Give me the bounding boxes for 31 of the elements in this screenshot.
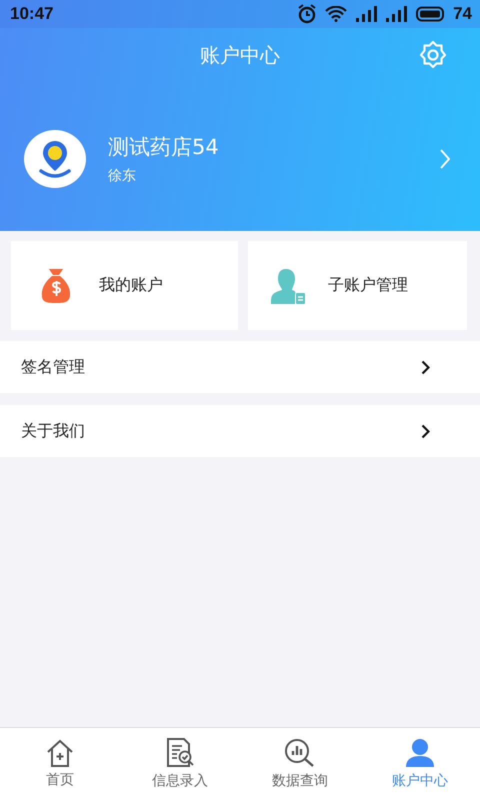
- menu-row[interactable]: 关于我们: [0, 405, 480, 457]
- account-card[interactable]: 我的账户: [11, 241, 238, 330]
- chart-search-icon: [284, 738, 316, 768]
- user-name: 徐东: [108, 167, 137, 185]
- wifi-icon: [325, 6, 348, 22]
- menu-label: 关于我们: [21, 420, 85, 442]
- card-label: 子账户管理: [328, 275, 408, 296]
- tab[interactable]: 数据查询: [240, 728, 360, 800]
- account-card[interactable]: 子账户管理: [248, 241, 467, 330]
- person-card-icon: [270, 266, 306, 304]
- menu-row[interactable]: 签名管理: [0, 341, 480, 393]
- battery-level: 74: [453, 4, 472, 24]
- document-check-icon: [165, 738, 195, 768]
- signal-icon: [385, 6, 408, 22]
- menu-label: 签名管理: [21, 356, 85, 378]
- page-title: 账户中心: [200, 42, 280, 68]
- card-label: 我的账户: [99, 275, 163, 296]
- clock: 10:47: [10, 4, 54, 24]
- chevron-icon: [421, 424, 430, 438]
- alarm-icon: [297, 4, 318, 24]
- battery-icon: [415, 6, 446, 22]
- home-icon: [45, 739, 75, 767]
- tab[interactable]: 首页: [0, 728, 120, 800]
- chevron-icon: [421, 360, 430, 374]
- settings-icon[interactable]: [418, 40, 448, 70]
- signal-icon: [355, 6, 378, 22]
- chevron-icon[interactable]: [440, 149, 450, 169]
- person-icon: [404, 738, 436, 768]
- tab[interactable]: 信息录入: [120, 728, 240, 800]
- store-name: 测试药店54: [108, 134, 220, 161]
- money-bag-icon: [41, 266, 71, 304]
